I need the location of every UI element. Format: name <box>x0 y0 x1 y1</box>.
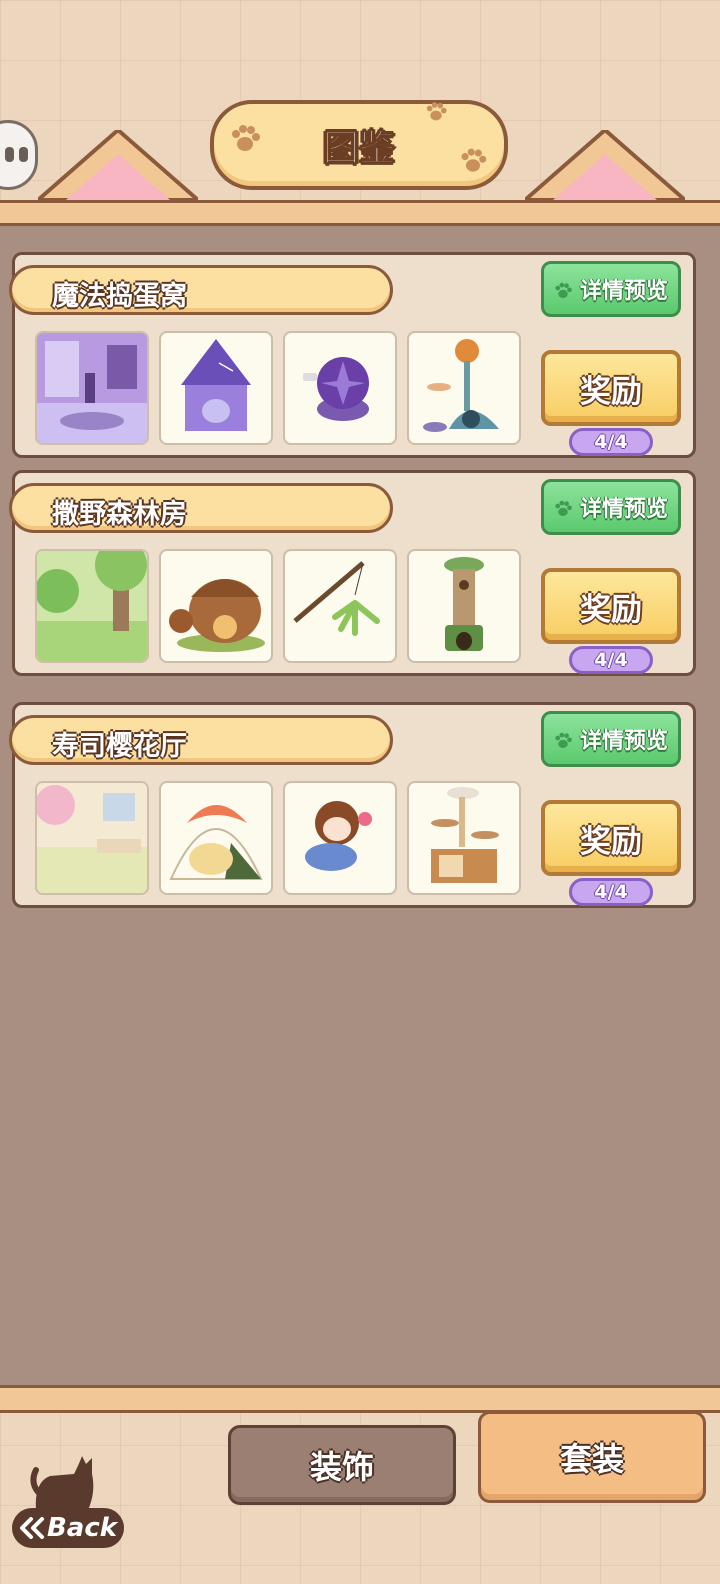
tab-decor-label: 装饰 <box>309 1448 374 1486</box>
sakura-room-icon[interactable] <box>35 781 149 895</box>
detail-preview-button[interactable]: 详情预览 <box>541 479 681 535</box>
tab-suit[interactable]: 套装 <box>478 1411 706 1503</box>
reward-button[interactable]: 奖励 <box>541 568 681 644</box>
double-chevron-left-icon <box>19 1517 44 1539</box>
progress-text: 4/4 <box>594 649 628 671</box>
chat-icon[interactable] <box>0 120 38 190</box>
set-card: 撒野森林房 详情预览 奖励 4/4 <box>9 470 696 676</box>
teaser-wand-icon[interactable] <box>283 549 397 663</box>
kokeshi-toy-icon[interactable] <box>283 781 397 895</box>
set-title: 寿司樱花厅 <box>52 731 187 762</box>
back-label: Back <box>46 1513 118 1543</box>
back-button[interactable]: Back <box>12 1508 124 1548</box>
room-purple-icon[interactable] <box>35 331 149 445</box>
forest-room-icon[interactable] <box>35 549 149 663</box>
reward-label: 奖励 <box>580 373 642 410</box>
cat-silhouette-icon <box>30 1456 94 1510</box>
paw-icon <box>232 125 260 151</box>
set-card: 寿司樱花厅 详情预览 奖励 4/4 <box>9 702 696 908</box>
progress-badge: 4/4 <box>569 878 653 906</box>
sushi-bed-icon[interactable] <box>159 781 273 895</box>
progress-badge: 4/4 <box>569 428 653 456</box>
paw-icon <box>555 282 572 299</box>
set-title-plate: 撒野森林房 <box>9 483 393 533</box>
paw-icon <box>555 500 572 517</box>
detail-preview-button[interactable]: 详情预览 <box>541 711 681 767</box>
set-title: 魔法捣蛋窝 <box>52 281 187 312</box>
wood-cat-tree-icon[interactable] <box>407 781 521 895</box>
cat-ear-left <box>38 130 198 202</box>
set-title-plate: 魔法捣蛋窝 <box>9 265 393 315</box>
set-title-plate: 寿司樱花厅 <box>9 715 393 765</box>
cat-ear-right <box>525 130 685 202</box>
magic-ball-icon[interactable] <box>283 331 397 445</box>
acorn-house-icon[interactable] <box>159 549 273 663</box>
bottom-bar: 装饰 套装 <box>0 1385 720 1584</box>
tab-suit-label: 套装 <box>559 1440 624 1478</box>
detail-preview-label: 详情预览 <box>579 497 668 522</box>
set-title: 撒野森林房 <box>52 499 187 530</box>
page-title: 图鉴 <box>322 128 395 170</box>
paw-icon <box>461 148 487 172</box>
title-plate: 图鉴 <box>210 100 508 190</box>
reward-button[interactable]: 奖励 <box>541 800 681 876</box>
paw-icon <box>555 732 572 749</box>
pumpkin-cat-tree-icon[interactable] <box>407 331 521 445</box>
detail-preview-label: 详情预览 <box>579 729 668 754</box>
detail-preview-label: 详情预览 <box>579 279 668 304</box>
tab-decor[interactable]: 装饰 <box>228 1425 456 1505</box>
detail-preview-button[interactable]: 详情预览 <box>541 261 681 317</box>
reward-label: 奖励 <box>580 591 642 628</box>
paw-icon <box>426 102 447 121</box>
bottom-band <box>0 1385 720 1413</box>
progress-text: 4/4 <box>594 881 628 903</box>
header-band <box>0 200 720 226</box>
reward-button[interactable]: 奖励 <box>541 350 681 426</box>
tree-cat-tower-icon[interactable] <box>407 549 521 663</box>
progress-text: 4/4 <box>594 431 628 453</box>
set-card: 魔法捣蛋窝 详情预览 奖励 4/4 <box>9 252 696 458</box>
progress-badge: 4/4 <box>569 646 653 674</box>
reward-label: 奖励 <box>580 823 642 860</box>
witch-house-icon[interactable] <box>159 331 273 445</box>
header: 图鉴 <box>0 0 720 226</box>
